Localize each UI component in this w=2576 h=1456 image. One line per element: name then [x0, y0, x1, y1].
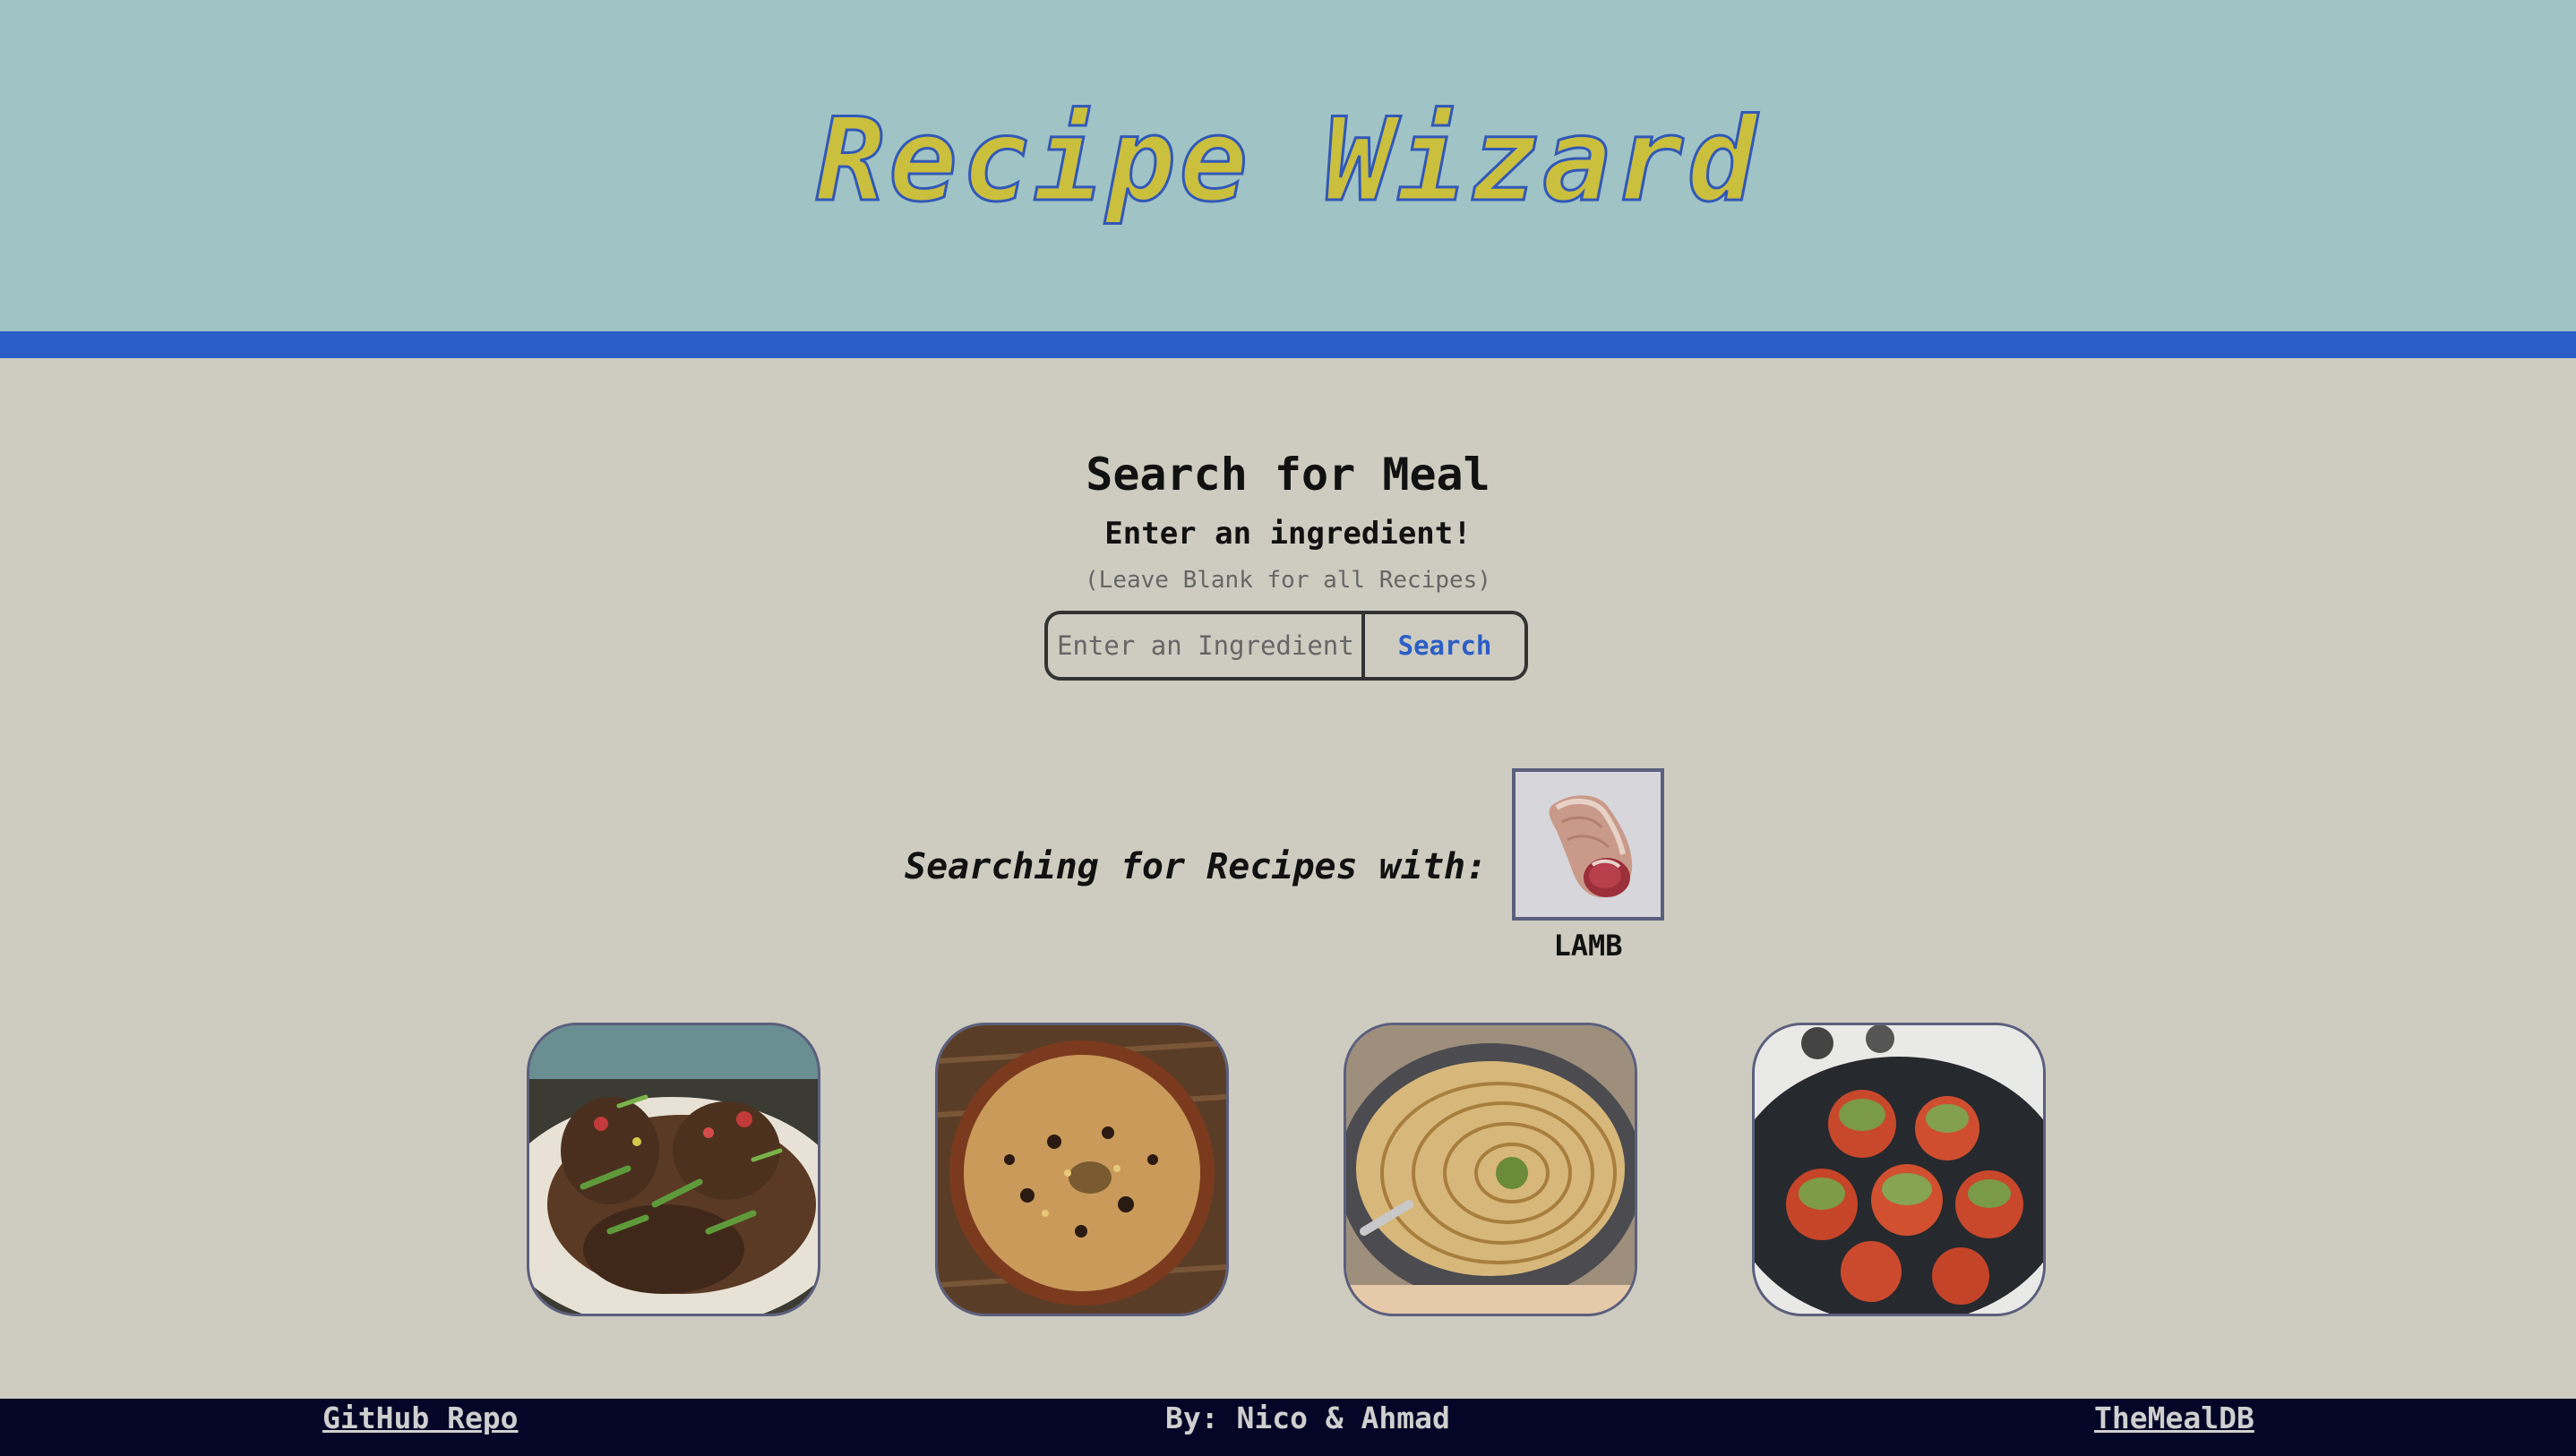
lamb-meat-icon	[1516, 772, 1661, 917]
lamb-pilaf-rice-image	[938, 1025, 1226, 1314]
search-button[interactable]: Search	[1365, 611, 1528, 681]
site-title: Recipe Wizard	[815, 93, 1760, 229]
ingredient-name: LAMB	[1553, 929, 1623, 963]
braised-lamb-shanks-image	[529, 1025, 818, 1314]
stuffed-tomatoes-image	[1755, 1025, 2043, 1314]
search-hint: (Leave Blank for all Recipes)	[1085, 567, 1491, 594]
themealdb-link[interactable]: TheMealDB	[2094, 1399, 2254, 1438]
search-heading: Search for Meal	[1086, 449, 1490, 501]
recipe-card-1[interactable]	[527, 1023, 820, 1316]
recipe-card-3[interactable]	[1344, 1023, 1637, 1316]
search-form: Search	[1044, 611, 1528, 681]
ingredient-search-input[interactable]	[1044, 611, 1365, 681]
lamb-potato-hotpot-image	[1346, 1025, 1635, 1314]
site-header: Recipe Wizard	[0, 0, 2576, 331]
search-section: Search for Meal Enter an ingredient! (Le…	[0, 439, 2576, 600]
github-repo-link[interactable]: GitHub Repo	[322, 1399, 519, 1438]
ingredient-image	[1512, 768, 1664, 921]
search-subheading: Enter an ingredient!	[1104, 516, 1472, 552]
searching-for-label: Searching for Recipes with:	[905, 846, 1488, 887]
recipe-card-2[interactable]	[935, 1023, 1229, 1316]
page: Recipe Wizard Search for Meal Enter an i…	[0, 0, 2576, 1456]
footer-credit: By: Nico & Ahmad	[1165, 1400, 1450, 1435]
header-accent-bar	[0, 331, 2576, 358]
recipe-card-4[interactable]	[1752, 1023, 2046, 1316]
site-footer: GitHub Repo By: Nico & Ahmad TheMealDB	[0, 1399, 2576, 1456]
